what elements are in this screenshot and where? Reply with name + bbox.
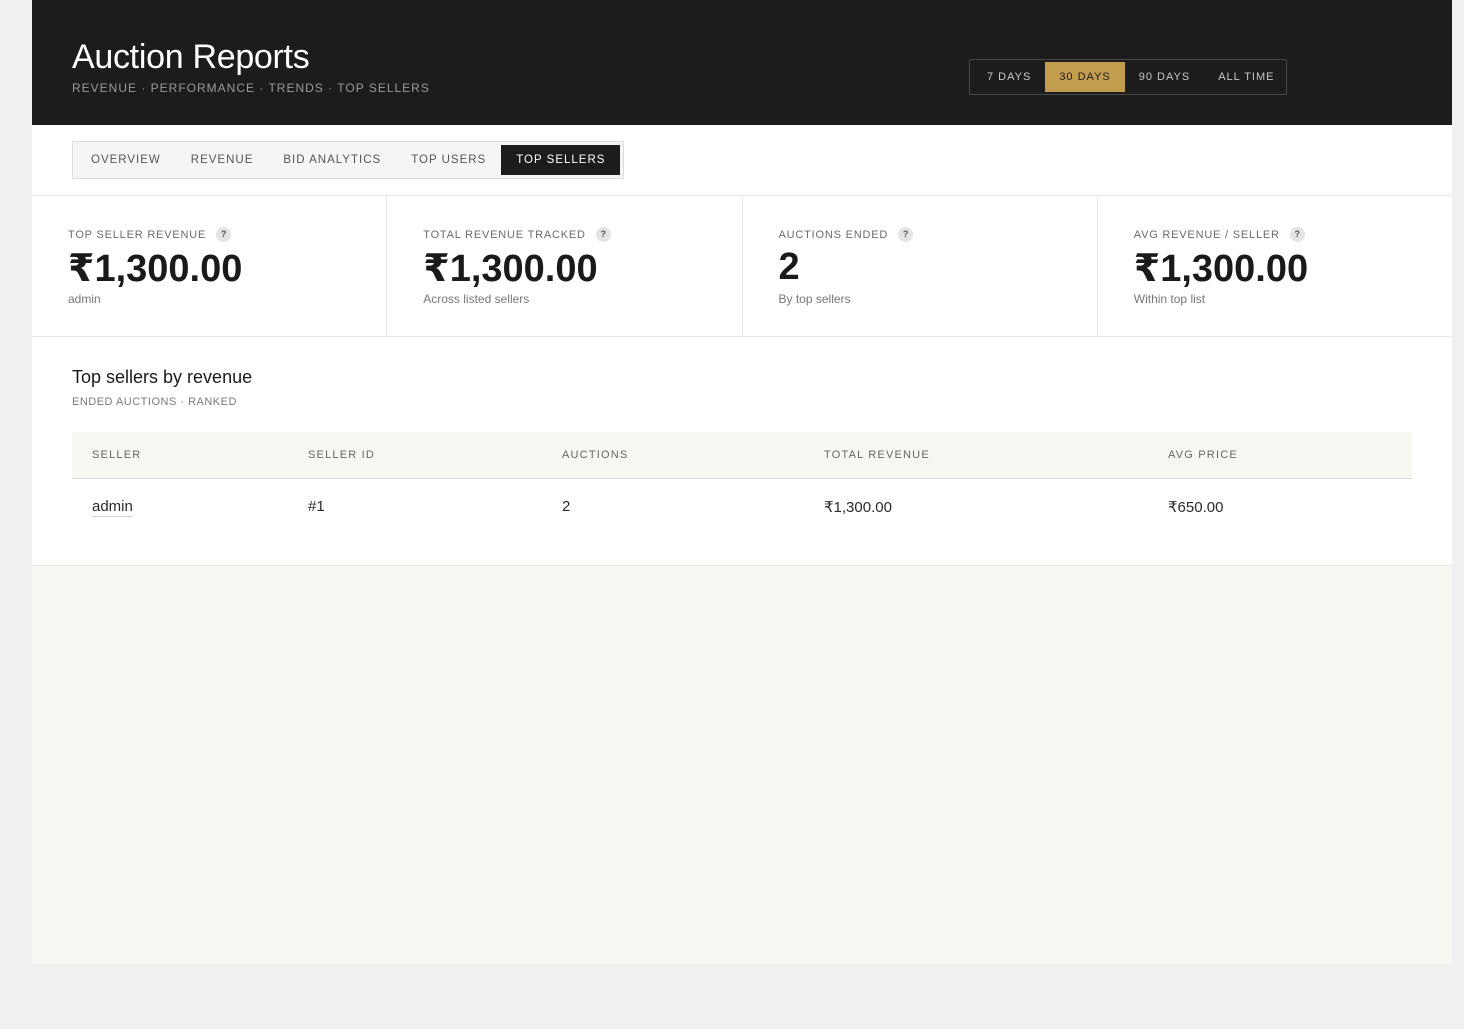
stat-label: AUCTIONS ENDED — [778, 228, 889, 241]
help-icon[interactable]: ? — [1289, 227, 1305, 242]
range-7-days-button[interactable]: 7 DAYS — [973, 62, 1045, 92]
range-30-days-button[interactable]: 30 DAYS — [1045, 62, 1125, 92]
tab-revenue[interactable]: REVENUE — [176, 145, 269, 175]
section-title: Top sellers by revenue — [72, 367, 253, 387]
stat-card-auctions-ended: AUCTIONS ENDED ? 2 By top sellers — [743, 196, 1098, 336]
tab-top-users[interactable]: TOP USERS — [396, 145, 501, 175]
page: Auction Reports REVENUE · PERFORMANCE · … — [32, 0, 1452, 964]
stat-card-top-seller-revenue: TOP SELLER REVENUE ? ₹1,300.00 admin — [32, 196, 388, 336]
page-subtitle: REVENUE · PERFORMANCE · TRENDS · TOP SEL… — [72, 81, 430, 95]
avg-price-cell: ₹650.00 — [1168, 499, 1224, 516]
column-header-seller: SELLER — [92, 449, 142, 461]
help-icon[interactable]: ? — [898, 227, 914, 242]
report-header: Auction Reports REVENUE · PERFORMANCE · … — [32, 0, 1452, 125]
auctions-cell: 2 — [562, 498, 571, 515]
seller-id-cell: #1 — [308, 498, 325, 515]
stat-value: ₹1,300.00 — [1133, 248, 1309, 290]
stat-caption: admin — [68, 292, 101, 306]
total-revenue-cell: ₹1,300.00 — [824, 499, 892, 516]
tab-bid-analytics[interactable]: BID ANALYTICS — [268, 145, 396, 175]
column-header-avg-price: AVG PRICE — [1168, 449, 1238, 461]
stat-value: 2 — [778, 246, 800, 288]
column-header-total-revenue: TOTAL REVENUE — [824, 449, 930, 461]
tab-top-sellers[interactable]: TOP SELLERS — [501, 145, 621, 175]
stat-caption: By top sellers — [778, 292, 851, 306]
page-title: Auction Reports — [72, 38, 310, 76]
help-icon[interactable]: ? — [595, 227, 611, 242]
date-range-selector: 7 DAYS 30 DAYS 90 DAYS ALL TIME — [969, 59, 1287, 95]
column-header-auctions: AUCTIONS — [562, 449, 629, 461]
range-90-days-button[interactable]: 90 DAYS — [1125, 62, 1204, 92]
table-header: SELLER SELLER ID AUCTIONS TOTAL REVENUE … — [72, 432, 1412, 479]
column-header-seller-id: SELLER ID — [308, 449, 376, 461]
help-icon[interactable]: ? — [216, 227, 232, 242]
top-sellers-table: SELLER SELLER ID AUCTIONS TOTAL REVENUE … — [72, 432, 1412, 535]
report-tabs: OVERVIEW REVENUE BID ANALYTICS TOP USERS… — [72, 141, 625, 179]
tab-overview[interactable]: OVERVIEW — [76, 145, 176, 175]
stat-label: TOTAL REVENUE TRACKED — [423, 228, 586, 241]
stat-value: ₹1,300.00 — [423, 248, 598, 290]
tabs-bar: OVERVIEW REVENUE BID ANALYTICS TOP USERS… — [32, 125, 1452, 196]
stat-label: AVG REVENUE / SELLER — [1133, 228, 1280, 241]
table-row: admin #1 2 ₹1,300.00 ₹650.00 — [72, 479, 1412, 535]
stat-value: ₹1,300.00 — [68, 248, 243, 290]
stat-caption: Within top list — [1133, 292, 1206, 306]
stat-card-total-revenue-tracked: TOTAL REVENUE TRACKED ? ₹1,300.00 Across… — [387, 196, 743, 336]
stat-label: TOP SELLER REVENUE — [68, 228, 207, 241]
stats-row: TOP SELLER REVENUE ? ₹1,300.00 admin TOT… — [32, 196, 1452, 337]
section-subtitle: ENDED AUCTIONS · RANKED — [72, 396, 237, 408]
top-sellers-section: Top sellers by revenue ENDED AUCTIONS · … — [32, 337, 1452, 566]
stat-card-avg-revenue-per-seller: AVG REVENUE / SELLER ? ₹1,300.00 Within … — [1098, 196, 1452, 336]
seller-name-link[interactable]: admin — [92, 498, 133, 517]
stat-caption: Across listed sellers — [423, 292, 530, 306]
range-all-time-button[interactable]: ALL TIME — [1204, 62, 1288, 92]
